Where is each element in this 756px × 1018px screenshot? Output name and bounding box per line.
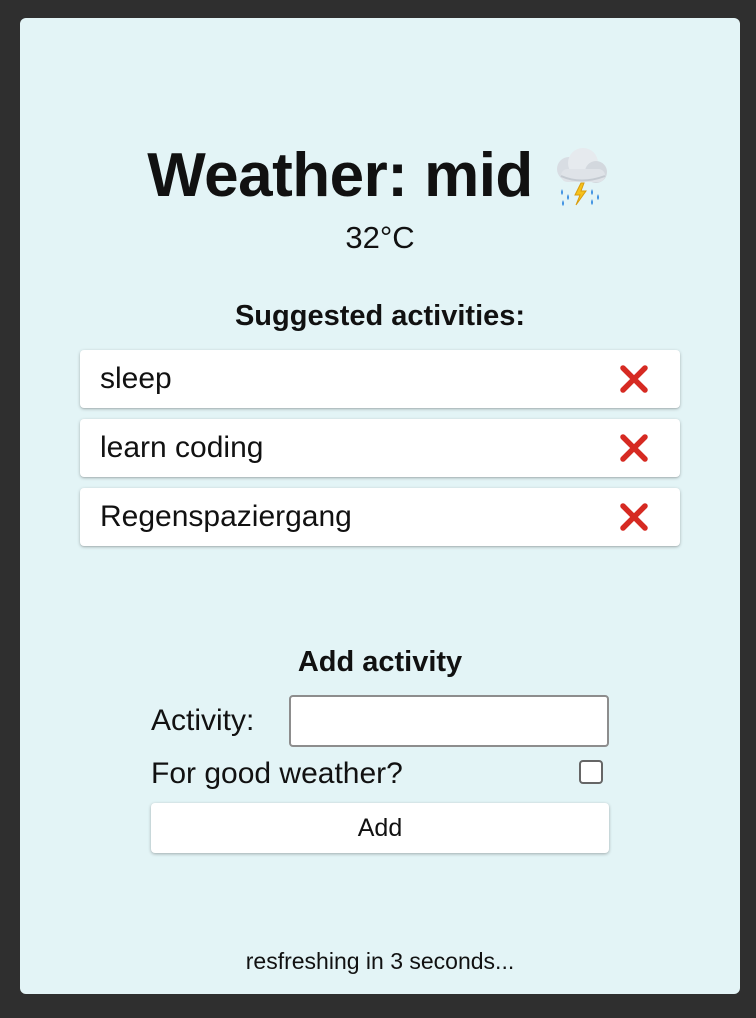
activity-input[interactable] <box>289 695 609 747</box>
add-activity-form: Activity: For good weather? Add <box>151 695 609 853</box>
activity-label: Regenspaziergang <box>100 500 352 533</box>
good-weather-row: For good weather? <box>151 757 609 791</box>
activity-label: learn coding <box>100 431 264 464</box>
app-panel: Weather: mid 32°C Suggested activities: … <box>20 18 740 994</box>
weather-header: Weather: mid 32°C <box>20 140 740 253</box>
close-icon <box>620 434 648 462</box>
suggested-activities-title: Suggested activities: <box>234 300 526 332</box>
refresh-status: resfreshing in 3 seconds... <box>245 948 515 974</box>
activity-item: Regenspaziergang <box>80 488 680 546</box>
activity-item: learn coding <box>80 419 680 477</box>
title-row: Weather: mid <box>20 140 740 212</box>
delete-activity-button[interactable] <box>618 363 650 395</box>
activity-input-label: Activity: <box>151 704 255 737</box>
good-weather-checkbox[interactable] <box>579 760 603 784</box>
close-icon <box>620 365 648 393</box>
delete-activity-button[interactable] <box>618 432 650 464</box>
activity-item: sleep <box>80 350 680 408</box>
thunder-cloud-rain-icon <box>547 143 613 209</box>
add-button[interactable]: Add <box>151 803 609 853</box>
good-weather-label: For good weather? <box>151 757 403 790</box>
temperature: 32°C <box>345 220 415 255</box>
add-activity-title: Add activity <box>297 646 463 678</box>
activity-list: sleep learn coding Regenspaziergang <box>80 350 680 557</box>
weather-title: Weather: mid <box>147 141 533 210</box>
delete-activity-button[interactable] <box>618 501 650 533</box>
activity-label: sleep <box>100 362 172 395</box>
activity-input-row: Activity: <box>151 695 609 747</box>
close-icon <box>620 503 648 531</box>
